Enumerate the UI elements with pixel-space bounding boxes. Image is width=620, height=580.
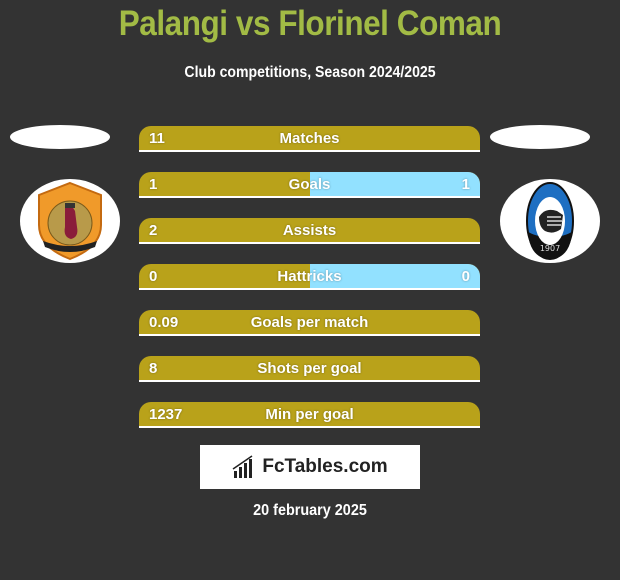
stat-label: Matches <box>279 130 340 147</box>
stat-label: Min per goal <box>265 406 354 423</box>
stat-row: 8 Shots per goal <box>139 356 480 382</box>
atalanta-crest-icon: 1907 <box>526 182 574 260</box>
right-player-oval <box>490 125 590 149</box>
stat-row: 1 Goals 1 <box>139 172 480 198</box>
page-subtitle: Club competitions, Season 2024/2025 <box>184 64 436 81</box>
stat-label: Goals <box>288 176 331 193</box>
brand-text: FcTables.com <box>262 456 388 477</box>
page-title: Palangi vs Florinel Coman <box>118 4 502 43</box>
right-team-logo[interactable]: 1907 <box>500 179 600 263</box>
left-player-oval <box>10 125 110 149</box>
stat-row: 2 Assists <box>139 218 480 244</box>
svg-text:1907: 1907 <box>540 244 560 253</box>
stat-label: Assists <box>282 222 337 239</box>
stat-row: 1237 Min per goal <box>139 402 480 428</box>
fctables-brand[interactable]: FcTables.com <box>200 445 420 489</box>
right-value: 1 <box>461 176 470 193</box>
stat-label: Shots per goal <box>257 360 362 377</box>
qatar-sc-crest-icon <box>38 181 102 261</box>
bar-chart-icon <box>232 455 253 478</box>
footer-date: 20 february 2025 <box>253 502 367 519</box>
stat-row: 11 Matches <box>139 126 480 152</box>
right-value: 0 <box>461 268 470 285</box>
left-team-logo[interactable] <box>20 179 120 263</box>
stat-label: Hattricks <box>277 268 342 285</box>
stat-row: 0 Hattricks 0 <box>139 264 480 290</box>
stat-label: Goals per match <box>250 314 369 331</box>
stat-row: 0.09 Goals per match <box>139 310 480 336</box>
